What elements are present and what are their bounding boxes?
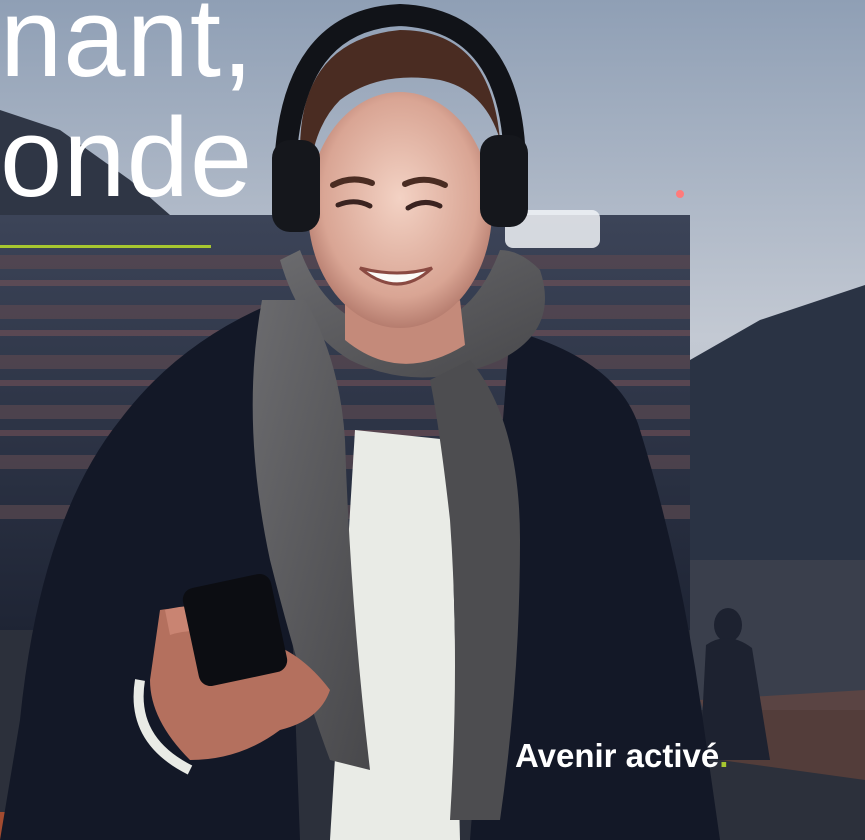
- tagline: Avenir activé.: [515, 737, 728, 775]
- headphones-right-cup: [480, 135, 528, 227]
- headline-line-2: onde: [0, 95, 254, 220]
- pedestrian: [714, 608, 742, 642]
- headline-underline: [0, 245, 211, 248]
- red-light: [676, 190, 684, 198]
- hero-banner: nant, onde Avenir activé.: [0, 0, 865, 840]
- face: [308, 92, 492, 328]
- headline-line-1: nant,: [0, 0, 255, 100]
- headline: nant, onde: [0, 0, 255, 220]
- tagline-text: Avenir activé: [515, 737, 720, 774]
- headphones-left-cup: [272, 140, 320, 232]
- tagline-dot: .: [719, 737, 729, 774]
